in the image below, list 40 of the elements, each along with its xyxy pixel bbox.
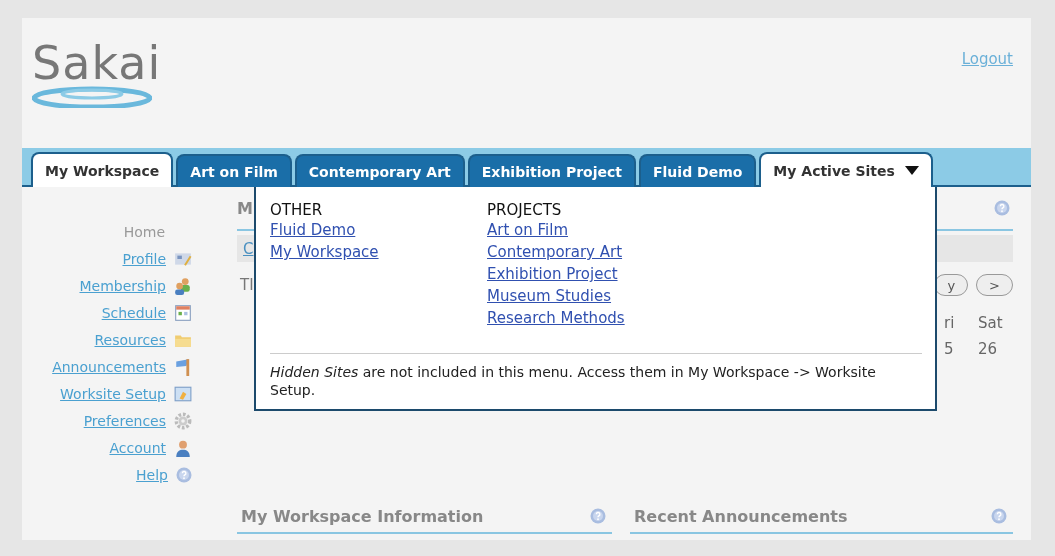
- site-link[interactable]: Art on Film: [487, 221, 568, 239]
- help-icon[interactable]: [176, 467, 192, 483]
- day-header: ri: [944, 314, 956, 332]
- site-tab[interactable]: Contemporary Art: [294, 154, 465, 187]
- portlet-title: My Workspace Information: [241, 506, 484, 526]
- site-link[interactable]: My Workspace: [270, 243, 379, 261]
- help-icon[interactable]: [991, 508, 1007, 524]
- window-icon: [174, 385, 192, 403]
- help-icon[interactable]: [590, 508, 606, 524]
- site-tab[interactable]: Art on Film: [176, 154, 292, 187]
- people-icon: [174, 277, 192, 295]
- portlet-title: Recent Announcements: [634, 506, 848, 526]
- menu-heading: PROJECTS: [487, 201, 563, 219]
- person-icon: [174, 439, 192, 457]
- calendar-nav-button[interactable]: >: [976, 274, 1013, 296]
- site-link[interactable]: Fluid Demo: [270, 221, 356, 239]
- help-icon[interactable]: [994, 200, 1010, 216]
- menu-heading: OTHER: [270, 201, 324, 219]
- day-number: 5: [944, 340, 955, 358]
- site-tab[interactable]: My Workspace: [31, 152, 174, 187]
- ripple-icon: [32, 84, 152, 108]
- menu-note: Hidden Sites are not included in this menu. Access them in My Workspace -> Worksite Setup.: [270, 363, 877, 400]
- portlet-text: TI: [240, 276, 254, 294]
- flag-icon: [174, 358, 192, 376]
- site-link[interactable]: Museum Studies: [487, 287, 612, 305]
- caret-icon: [904, 166, 919, 175]
- portlet-title: M: [237, 198, 253, 218]
- site-tab[interactable]: Fluid Demo: [639, 154, 757, 187]
- site-tab[interactable]: My Active Sites: [759, 152, 933, 187]
- toolbar-link[interactable]: C: [243, 239, 254, 258]
- card-icon: [174, 250, 192, 268]
- calendar-icon: [174, 304, 192, 322]
- logo-text: Sakai: [32, 40, 162, 86]
- site-link[interactable]: Exhibition Project: [487, 265, 618, 283]
- site-link[interactable]: Research Methods: [487, 309, 625, 327]
- day-number: 26: [978, 340, 999, 358]
- gear-icon: [174, 412, 192, 430]
- site-tab[interactable]: Exhibition Project: [467, 154, 636, 187]
- site-link[interactable]: Contemporary Art: [487, 243, 623, 261]
- day-header: Sat: [978, 314, 1004, 332]
